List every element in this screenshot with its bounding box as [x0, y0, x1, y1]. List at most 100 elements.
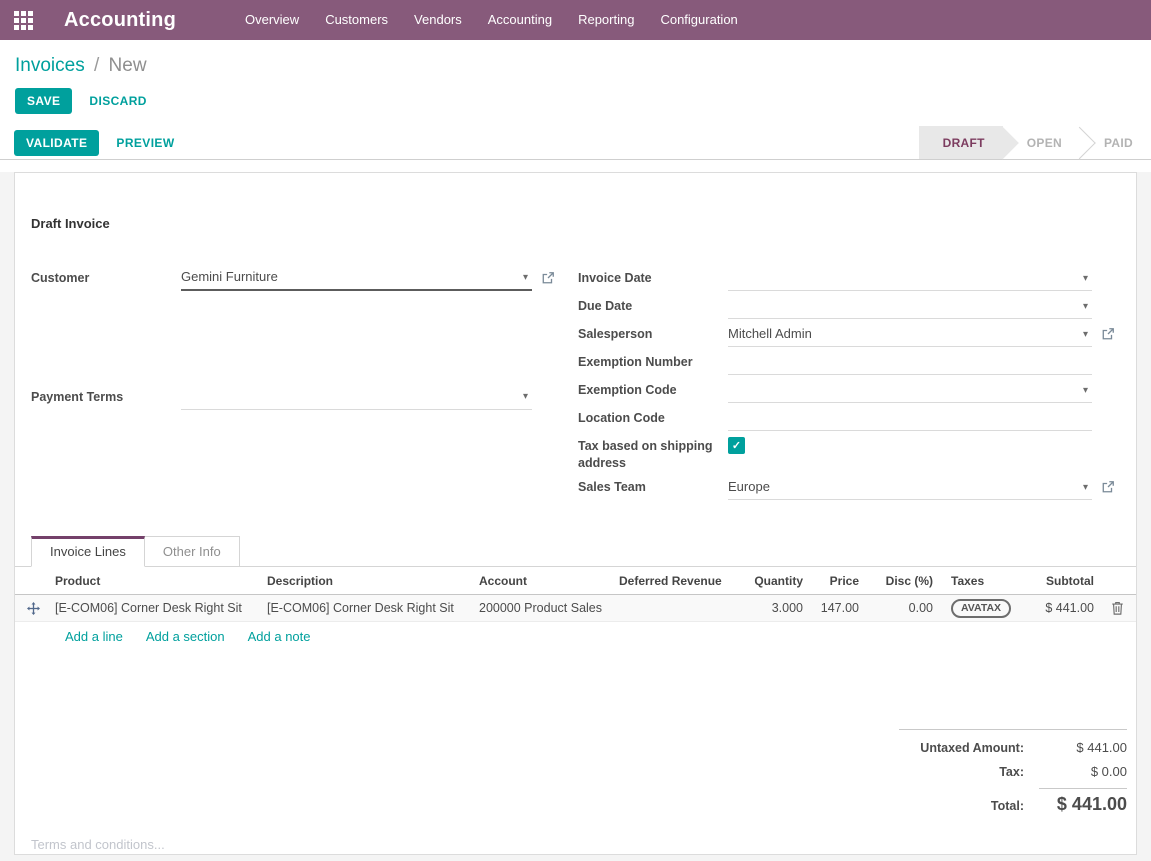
total-row: Total: $ 441.00: [899, 788, 1127, 815]
line-subtotal: $ 441.00: [1041, 601, 1098, 615]
location-code-field[interactable]: [728, 404, 1120, 431]
top-menu: Overview Customers Vendors Accounting Re…: [232, 0, 751, 40]
invoice-lines-table: Product Description Account Deferred Rev…: [15, 567, 1136, 653]
notebook-tabs: Invoice Lines Other Info: [15, 536, 1136, 567]
document-state-title: Draft Invoice: [31, 173, 1120, 231]
breadcrumb-current: New: [109, 55, 147, 76]
menu-accounting[interactable]: Accounting: [475, 0, 565, 40]
record-buttons: SAVE DISCARD: [15, 88, 1151, 114]
invoice-date-field[interactable]: ▾: [728, 264, 1120, 291]
menu-reporting[interactable]: Reporting: [565, 0, 647, 40]
discard-button[interactable]: DISCARD: [89, 94, 146, 108]
line-disc[interactable]: 0.00: [863, 601, 937, 615]
line-account[interactable]: 200000 Product Sales: [475, 601, 615, 615]
menu-overview[interactable]: Overview: [232, 0, 312, 40]
col-price[interactable]: Price: [807, 574, 863, 588]
form-group-right: Invoice Date ▾ Due Date ▾: [578, 264, 1120, 500]
customer-field[interactable]: Gemini Furniture ▾: [181, 264, 560, 291]
menu-vendors[interactable]: Vendors: [401, 0, 475, 40]
chevron-down-icon[interactable]: ▾: [1083, 385, 1088, 396]
line-price[interactable]: 147.00: [807, 601, 863, 615]
tab-invoice-lines[interactable]: Invoice Lines: [31, 536, 145, 567]
workflow-buttons: VALIDATE PREVIEW: [0, 130, 175, 156]
line-product[interactable]: [E-COM06] Corner Desk Right Sit: [51, 601, 263, 615]
drag-handle-icon[interactable]: [27, 602, 40, 615]
table-row[interactable]: [E-COM06] Corner Desk Right Sit [E-COM06…: [15, 595, 1136, 622]
customer-value[interactable]: Gemini Furniture: [181, 269, 519, 284]
breadcrumb-invoices-link[interactable]: Invoices: [15, 55, 85, 76]
tax-label: Tax:: [899, 765, 1039, 779]
customer-label: Customer: [31, 264, 181, 382]
trash-icon[interactable]: [1111, 601, 1124, 615]
col-taxes[interactable]: Taxes: [937, 574, 1041, 588]
salesperson-value[interactable]: Mitchell Admin: [728, 326, 1079, 341]
col-description[interactable]: Description: [263, 574, 475, 588]
invoice-form-sheet: Draft Invoice Customer Gemini Furniture …: [14, 172, 1137, 855]
chevron-down-icon[interactable]: ▾: [523, 272, 528, 283]
menu-customers[interactable]: Customers: [312, 0, 401, 40]
breadcrumb-separator: /: [94, 55, 99, 76]
status-pipeline: DRAFT OPEN PAID: [919, 126, 1151, 159]
col-disc[interactable]: Disc (%): [863, 574, 937, 588]
external-link-icon[interactable]: [541, 271, 555, 285]
col-subtotal[interactable]: Subtotal: [1041, 574, 1098, 588]
col-product[interactable]: Product: [51, 574, 263, 588]
sales-team-value[interactable]: Europe: [728, 479, 1079, 494]
line-add-links: Add a line Add a section Add a note: [15, 622, 1136, 653]
chevron-down-icon[interactable]: ▾: [1083, 301, 1088, 312]
preview-button[interactable]: PREVIEW: [116, 136, 174, 150]
add-a-note-link[interactable]: Add a note: [248, 629, 311, 644]
invoice-date-label: Invoice Date: [578, 264, 728, 291]
salesperson-label: Salesperson: [578, 320, 728, 347]
totals-block: Untaxed Amount: $ 441.00 Tax: $ 0.00 Tot…: [899, 729, 1127, 815]
exemption-number-field[interactable]: [728, 348, 1120, 375]
untaxed-value: $ 441.00: [1039, 740, 1127, 755]
payment-terms-field[interactable]: ▾: [181, 383, 560, 410]
breadcrumb: Invoices / New: [15, 55, 1151, 77]
add-a-section-link[interactable]: Add a section: [146, 629, 225, 644]
main-content: Draft Invoice Customer Gemini Furniture …: [0, 172, 1151, 861]
tax-value: $ 0.00: [1039, 764, 1127, 779]
salesperson-field[interactable]: Mitchell Admin ▾: [728, 320, 1120, 347]
chevron-down-icon[interactable]: ▾: [1083, 273, 1088, 284]
exemption-number-label: Exemption Number: [578, 348, 728, 375]
menu-configuration[interactable]: Configuration: [647, 0, 750, 40]
tax-row: Tax: $ 0.00: [899, 764, 1127, 779]
exemption-code-label: Exemption Code: [578, 376, 728, 403]
total-value: $ 441.00: [1039, 788, 1127, 815]
chevron-down-icon[interactable]: ▾: [1083, 482, 1088, 493]
line-description[interactable]: [E-COM06] Corner Desk Right Sit: [263, 601, 475, 615]
external-link-icon[interactable]: [1101, 327, 1115, 341]
table-header-row: Product Description Account Deferred Rev…: [15, 567, 1136, 595]
line-quantity[interactable]: 3.000: [725, 601, 807, 615]
untaxed-label: Untaxed Amount:: [899, 741, 1039, 755]
statusbar-row: VALIDATE PREVIEW DRAFT OPEN PAID: [0, 126, 1151, 160]
add-a-line-link[interactable]: Add a line: [65, 629, 123, 644]
col-quantity[interactable]: Quantity: [725, 574, 807, 588]
checkbox-checked-icon[interactable]: ✓: [728, 437, 745, 454]
due-date-label: Due Date: [578, 292, 728, 319]
tax-shipping-label: Tax based on shipping address: [578, 432, 728, 472]
top-navbar: Accounting Overview Customers Vendors Ac…: [0, 0, 1151, 40]
due-date-field[interactable]: ▾: [728, 292, 1120, 319]
chevron-down-icon[interactable]: ▾: [1083, 329, 1088, 340]
app-title[interactable]: Accounting: [64, 9, 176, 32]
col-deferred-revenue[interactable]: Deferred Revenue: [615, 574, 725, 588]
external-link-icon[interactable]: [1101, 480, 1115, 494]
untaxed-row: Untaxed Amount: $ 441.00: [899, 740, 1127, 755]
save-button[interactable]: SAVE: [15, 88, 72, 114]
form-group-left: Customer Gemini Furniture ▾ Payment Term: [31, 264, 560, 500]
sales-team-label: Sales Team: [578, 473, 728, 500]
tax-badge[interactable]: AVATAX: [951, 599, 1011, 618]
terms-and-conditions-input[interactable]: Terms and conditions...: [15, 837, 1136, 852]
apps-menu-icon[interactable]: [14, 11, 33, 30]
tax-shipping-checkbox[interactable]: ✓: [728, 432, 1120, 472]
col-account[interactable]: Account: [475, 574, 615, 588]
exemption-code-field[interactable]: ▾: [728, 376, 1120, 403]
form-fields: Customer Gemini Furniture ▾ Payment Term: [31, 264, 1120, 500]
chevron-down-icon[interactable]: ▾: [523, 391, 528, 402]
validate-button[interactable]: VALIDATE: [14, 130, 99, 156]
status-step-draft[interactable]: DRAFT: [919, 126, 1003, 159]
sales-team-field[interactable]: Europe ▾: [728, 473, 1120, 500]
tab-other-info[interactable]: Other Info: [145, 536, 240, 567]
